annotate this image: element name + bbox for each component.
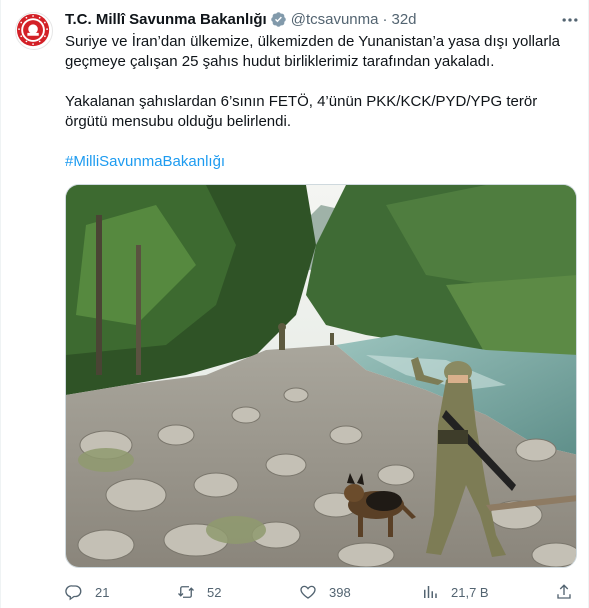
- more-dots-icon[interactable]: [560, 10, 580, 30]
- user-handle[interactable]: @tcsavunma: [291, 11, 379, 28]
- heart-icon: [300, 585, 316, 599]
- tweet-text: Suriye ve İran’dan ülkemize, ülkemizden …: [65, 32, 575, 192]
- tweet-paragraph: Yakalanan şahıslardan 6’sının FETÖ, 4’ün…: [65, 93, 538, 130]
- display-name[interactable]: T.C. Millî Savunma Bakanlığı: [65, 11, 267, 28]
- like-count: 398: [329, 584, 351, 600]
- separator-dot: ·: [382, 10, 388, 28]
- tweet-action-bar: 21 52 398 21,7 B: [65, 582, 577, 602]
- hashtag-link[interactable]: #MilliSavunmaBakanlığı: [65, 153, 225, 170]
- retweet-count: 52: [207, 584, 222, 600]
- tweet-header: T.C. Millî Savunma Bakanlığı @tcsavunma …: [65, 9, 417, 29]
- tweet-photo[interactable]: [65, 184, 577, 568]
- reply-count: 21: [95, 584, 110, 600]
- photo-soldiers-river-image: [66, 185, 576, 567]
- share-icon: [557, 584, 571, 599]
- gray-verified-badge-icon[interactable]: [270, 11, 287, 28]
- avatar[interactable]: [15, 12, 53, 50]
- reply-button[interactable]: 21: [65, 582, 109, 602]
- views-button[interactable]: 21,7 B: [421, 582, 489, 602]
- reply-icon: [65, 585, 82, 601]
- retweet-icon: [178, 586, 194, 598]
- analytics-icon: [424, 586, 437, 598]
- retweet-button[interactable]: 52: [177, 582, 221, 602]
- views-count: 21,7 B: [451, 584, 489, 600]
- tweet-paragraph: Suriye ve İran’dan ülkemize, ülkemizden …: [65, 33, 560, 70]
- tweet-card[interactable]: T.C. Millî Savunma Bakanlığı @tcsavunma …: [0, 0, 589, 608]
- like-button[interactable]: 398: [299, 582, 351, 602]
- share-button[interactable]: [555, 582, 573, 602]
- ministry-emblem-icon: [16, 13, 50, 47]
- tweet-time[interactable]: 32d: [391, 11, 416, 28]
